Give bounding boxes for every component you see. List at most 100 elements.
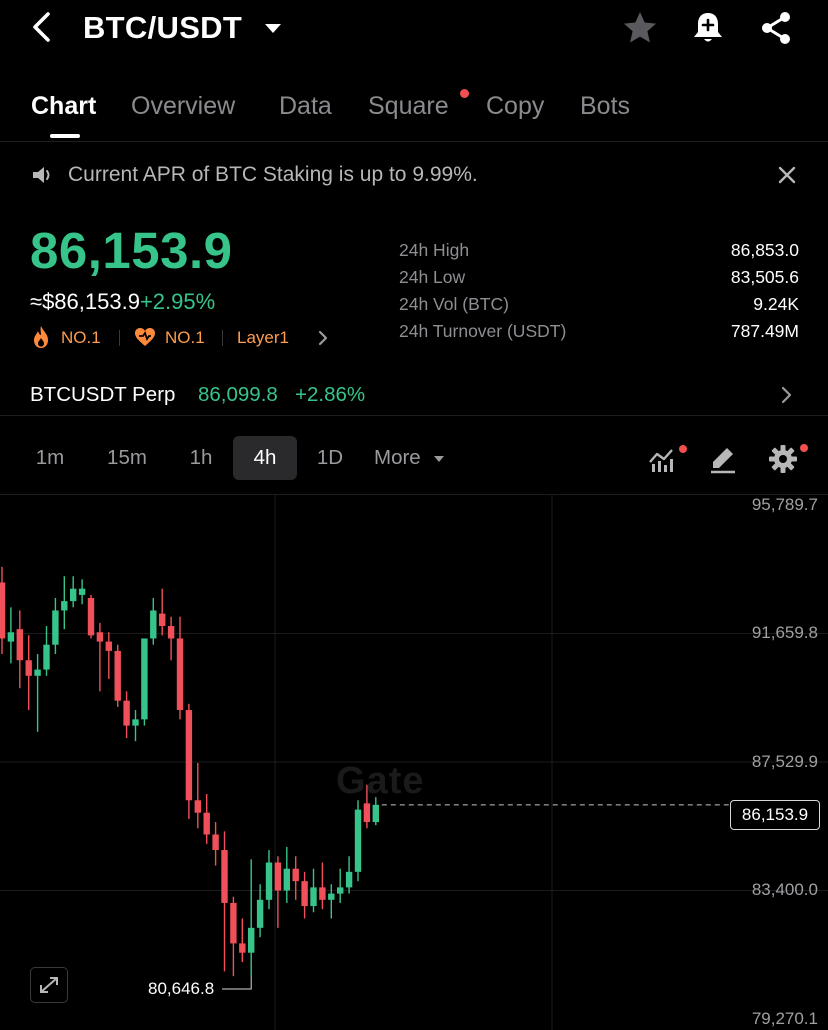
share-icon [762, 12, 790, 44]
candle-up [372, 804, 379, 823]
candle-up [328, 893, 335, 900]
star-icon [624, 12, 656, 43]
perp-name: BTCUSDT Perp [30, 383, 176, 406]
indicators-notification-dot [679, 445, 687, 453]
candle-up [310, 887, 317, 907]
candle-down [123, 700, 130, 726]
candle-up [52, 610, 59, 645]
price-change: +2.95% [139, 289, 216, 314]
stat-value: 9.24K [753, 294, 799, 314]
candle-up [337, 887, 344, 894]
perp-change: +2.86% [295, 383, 366, 406]
tab-chart[interactable]: Chart [31, 90, 96, 122]
interval-15m[interactable]: 15m [98, 436, 156, 480]
candle-up [345, 871, 353, 888]
interval-1m[interactable]: 1m [26, 436, 74, 480]
fullscreen-button[interactable] [30, 967, 68, 1003]
y-axis-tick: 83,400.0 [751, 880, 818, 899]
perp-price: 86,099.8 [198, 383, 278, 406]
interval-more[interactable]: More [366, 436, 428, 480]
close-icon [778, 166, 796, 184]
perp-row[interactable]: BTCUSDT Perp 86,099.8 +2.86% [0, 376, 828, 416]
tab-data[interactable]: Data [279, 90, 332, 122]
price-alert-button[interactable] [688, 8, 728, 48]
caret-down-icon [265, 24, 281, 33]
rank-badges[interactable]: NO.1 NO.1 Layer1 [30, 324, 350, 352]
usd-price-line: ≈$86,153.9+2.95% [30, 288, 215, 316]
expand-icon [40, 977, 58, 993]
settings-notification-dot [800, 444, 808, 452]
candle-up [7, 632, 15, 642]
stat-row: 24h Turnover (USDT) 787.49M [399, 319, 799, 346]
candle-down [87, 598, 95, 636]
square-notification-dot [460, 89, 469, 98]
candle-down [159, 613, 166, 627]
candle-down [274, 862, 282, 891]
hot-rank-badge: NO.1 [61, 328, 101, 347]
candle-down [203, 812, 210, 835]
candle-down [105, 641, 112, 651]
candle-up [61, 601, 68, 611]
low-price-marker: 80,646.8 [148, 979, 215, 998]
interval-1h[interactable]: 1h [178, 436, 224, 480]
stat-value: 86,853.0 [730, 240, 799, 260]
top-bar: BTC/USDT [0, 0, 828, 56]
candle-down [194, 800, 201, 813]
interval-4h[interactable]: 4h [233, 436, 297, 480]
announcement-bar[interactable]: Current APR of BTC Staking is up to 9.99… [0, 156, 828, 194]
chevron-right-icon [318, 330, 328, 346]
category-badge: Layer1 [237, 328, 289, 347]
candle-down [363, 803, 371, 823]
candle-down [230, 902, 237, 944]
speaker-icon [33, 167, 50, 183]
tab-square[interactable]: Square [368, 90, 449, 122]
candle-down [176, 638, 184, 711]
candle-up [256, 899, 264, 928]
candle-up [248, 927, 255, 953]
y-axis-tick: 91,659.8 [751, 623, 818, 642]
stat-value: 83,505.6 [730, 267, 799, 287]
y-axis-tick: 95,789.7 [751, 495, 818, 514]
stat-label: 24h Low [399, 267, 466, 287]
bell-plus-icon [694, 13, 722, 42]
tab-bots[interactable]: Bots [580, 90, 630, 122]
candlestick-chart[interactable]: Gate 95,789.7 91,659.8 87,529.9 83,400.0… [0, 494, 828, 1030]
interval-1d[interactable]: 1D [307, 436, 353, 480]
heart-icon [135, 328, 155, 346]
stat-label: 24h Turnover (USDT) [399, 321, 567, 341]
announcement-text: Current APR of BTC Staking is up to 9.99… [68, 163, 478, 186]
candle-down [292, 868, 299, 882]
candle-up [265, 862, 273, 900]
gate-watermark: Gate [336, 760, 425, 802]
candle-down [221, 850, 228, 903]
stat-value: 787.49M [730, 321, 799, 341]
stat-row: 24h High 86,853.0 [399, 238, 799, 265]
pair-title[interactable]: BTC/USDT [83, 8, 242, 48]
candle-up [78, 588, 86, 595]
stat-label: 24h High [399, 240, 470, 260]
share-button[interactable] [756, 8, 796, 48]
back-button[interactable] [24, 8, 60, 48]
usd-price: ≈$86,153.9 [30, 289, 140, 314]
indicators-button[interactable] [646, 442, 680, 476]
candle-down [239, 943, 246, 953]
candle-down [25, 660, 32, 676]
drawing-tools-button[interactable] [706, 442, 740, 476]
candle-down [0, 582, 6, 639]
close-announcement-button[interactable] [774, 162, 800, 188]
low-marker-line [222, 976, 252, 990]
tab-overview[interactable]: Overview [131, 90, 235, 122]
stats-panel: 24h High 86,853.0 24h Low 83,505.6 24h V… [399, 238, 799, 346]
candle-up [34, 669, 41, 676]
stat-label: 24h Vol (BTC) [399, 294, 509, 314]
favorite-button[interactable] [620, 8, 660, 48]
candle-up [43, 644, 50, 670]
candle-up [354, 809, 362, 872]
tab-copy[interactable]: Copy [486, 90, 544, 122]
y-axis-tick: 79,270.1 [751, 1009, 818, 1028]
flame-icon [34, 326, 48, 348]
chart-settings-button[interactable] [766, 442, 800, 476]
stat-row: 24h Vol (BTC) 9.24K [399, 292, 799, 319]
pair-dropdown-button[interactable] [262, 14, 284, 42]
candle-up [70, 588, 77, 602]
